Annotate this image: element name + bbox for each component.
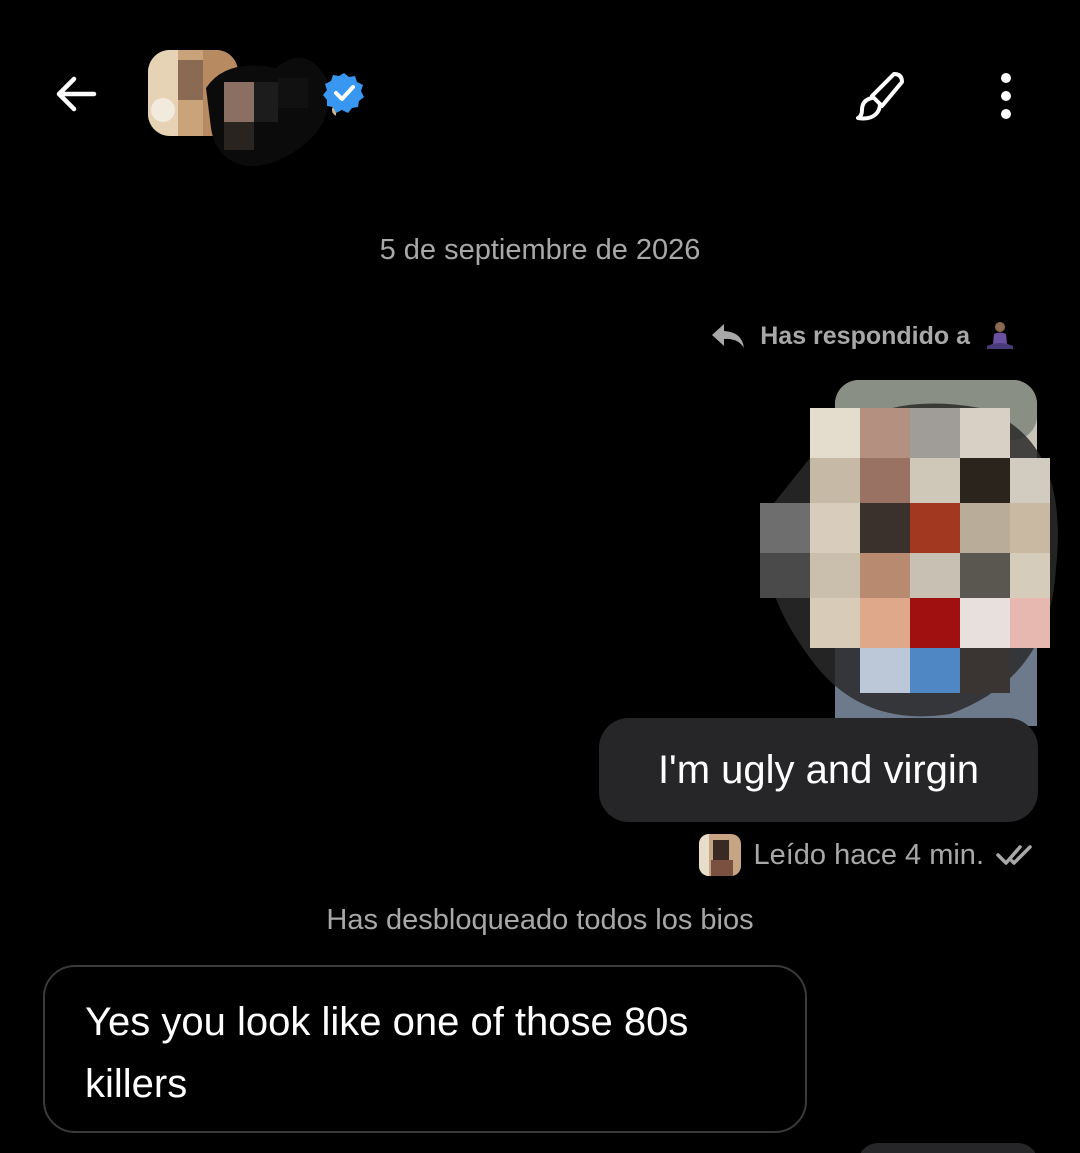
- outgoing-message-bubble[interactable]: I'm ugly and virgin: [599, 718, 1038, 822]
- double-check-icon: [996, 845, 1032, 865]
- theme-button[interactable]: [848, 64, 912, 128]
- more-options-button[interactable]: [980, 64, 1032, 128]
- chat-screen: 5 de septiembre de 2026 Has respondido a: [0, 0, 1080, 1153]
- avatar-redaction: [206, 57, 336, 167]
- reply-arrow-icon: [712, 324, 745, 348]
- more-vertical-icon: [1001, 73, 1011, 119]
- contact-avatar[interactable]: [146, 48, 336, 168]
- system-note: Has desbloqueado todos los bios: [326, 904, 754, 936]
- read-status-text: Leído hace 4 min.: [753, 838, 984, 871]
- replied-story-image[interactable]: [750, 378, 1062, 728]
- arrow-left-icon: [56, 76, 97, 112]
- reply-note: Has respondido a: [710, 318, 1016, 354]
- read-avatar: [699, 834, 742, 876]
- read-receipt: Leído hace 4 min.: [699, 834, 1034, 876]
- next-message-bubble-partial[interactable]: [858, 1143, 1038, 1153]
- paintbrush-icon: [856, 72, 904, 121]
- back-button[interactable]: [46, 64, 106, 124]
- meditation-emoji-icon: [987, 322, 1013, 349]
- date-divider: 5 de septiembre de 2026: [379, 234, 701, 266]
- incoming-message-bubble[interactable]: Yes you look like one of those 80s kille…: [43, 965, 807, 1133]
- reply-note-text: Has respondido a: [760, 321, 970, 350]
- verified-badge-icon: [323, 73, 364, 113]
